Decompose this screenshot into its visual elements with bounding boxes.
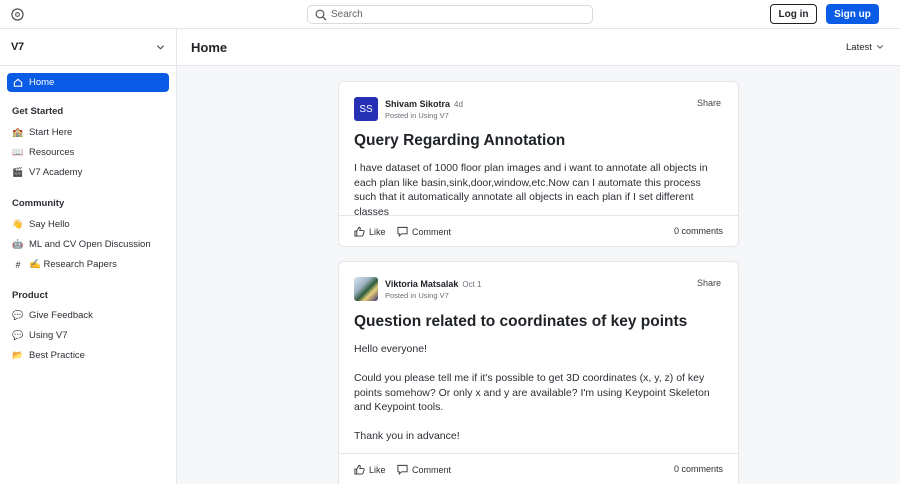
post-paragraph: I have dataset of 1000 floor plan images… (354, 162, 708, 218)
comment-button[interactable]: Comment (397, 226, 451, 237)
comment-label: Comment (412, 464, 452, 475)
chevron-down-icon[interactable] (876, 43, 884, 51)
main-header: Home Latest (177, 29, 900, 66)
sidebar-item-using-v7[interactable]: 💬 Using V7 (7, 326, 169, 345)
author-name[interactable]: Viktoria Matsalak (385, 279, 458, 289)
thumbs-up-icon (354, 226, 365, 237)
post-paragraph: Thank you in advance! (354, 430, 460, 442)
share-button[interactable]: Share (697, 278, 721, 288)
comments-count[interactable]: 0 comments (674, 464, 723, 474)
hash-icon: # (15, 259, 21, 270)
sidebar-item-home[interactable]: Home (7, 73, 169, 92)
sidebar-item-label: ML and CV Open Discussion (29, 239, 151, 250)
post-time: Oct 1 (462, 280, 482, 289)
comment-button[interactable]: Comment (397, 464, 451, 475)
sidebar-section-heading: Product (12, 290, 48, 301)
post-body: Hello everyone! Could you please tell me… (354, 342, 724, 444)
sidebar-item-ml-cv-discussion[interactable]: 🤖 ML and CV Open Discussion (7, 235, 169, 254)
post-card[interactable]: Viktoria Matsalak Oct 1 Posted in Using V… (338, 261, 739, 484)
sidebar-item-resources[interactable]: 📖 Resources (7, 143, 169, 162)
like-label: Like (369, 464, 386, 475)
avatar[interactable] (354, 277, 378, 301)
login-button[interactable]: Log in (770, 4, 817, 24)
post-author[interactable]: Shivam Sikotra 4d (385, 99, 463, 109)
robot-icon: 🤖 (12, 239, 24, 249)
post-title[interactable]: Question related to coordinates of key p… (354, 313, 687, 331)
search-input[interactable] (331, 7, 581, 22)
brand-logo: V7 (11, 41, 24, 53)
home-icon (13, 78, 23, 87)
sidebar-item-v7-academy[interactable]: 🎬 V7 Academy (7, 163, 169, 182)
wave-icon: 👋 (12, 219, 24, 229)
thumbs-up-icon (354, 464, 365, 475)
page-title: Home (191, 40, 228, 55)
post-author[interactable]: Viktoria Matsalak Oct 1 (385, 279, 482, 289)
sidebar-item-label: V7 Academy (29, 167, 83, 178)
sidebar-item-research-papers[interactable]: # ✍️ Research Papers (7, 255, 169, 274)
sidebar: V7 Home Get Started 🏫 Start Here 📖 Resou… (0, 29, 177, 484)
speech-bubble-icon: 💬 (12, 330, 24, 340)
sidebar-item-label: Give Feedback (29, 310, 93, 321)
chevron-down-icon (156, 45, 165, 50)
comment-label: Comment (412, 226, 452, 237)
search-box[interactable] (307, 5, 593, 24)
share-button[interactable]: Share (697, 98, 721, 108)
folder-icon: 📂 (12, 350, 24, 360)
sort-dropdown[interactable]: Latest (846, 42, 872, 53)
sidebar-item-start-here[interactable]: 🏫 Start Here (7, 123, 169, 142)
post-body: I have dataset of 1000 floor plan images… (354, 161, 724, 219)
comments-count[interactable]: 0 comments (674, 226, 723, 236)
comment-icon (397, 226, 408, 237)
sidebar-section-heading: Get Started (12, 106, 64, 117)
post-time: 4d (454, 100, 463, 109)
community-switcher[interactable]: V7 (0, 29, 177, 66)
book-icon: 📖 (12, 147, 24, 157)
sidebar-item-label: Using V7 (29, 330, 68, 341)
like-button[interactable]: Like (354, 464, 386, 475)
post-actions: Like Comment 0 comments (339, 215, 738, 247)
comment-icon (397, 464, 408, 475)
search-icon (315, 9, 327, 21)
clapperboard-icon: 🎬 (12, 167, 24, 177)
top-bar: Log in Sign up (0, 0, 900, 29)
signup-button[interactable]: Sign up (826, 4, 879, 24)
post-title[interactable]: Query Regarding Annotation (354, 132, 565, 150)
post-paragraph: Hello everyone! (354, 343, 427, 355)
sidebar-section-heading: Community (12, 198, 65, 209)
school-icon: 🏫 (12, 127, 24, 137)
sidebar-item-label: Best Practice (29, 350, 85, 361)
sidebar-item-say-hello[interactable]: 👋 Say Hello (7, 215, 169, 234)
sidebar-item-label: ✍️ Research Papers (29, 259, 117, 270)
post-actions: Like Comment 0 comments (339, 453, 738, 484)
author-name[interactable]: Shivam Sikotra (385, 99, 450, 109)
posted-in[interactable]: Posted in Using V7 (385, 291, 449, 300)
sidebar-item-label: Say Hello (29, 219, 70, 230)
sidebar-item-label: Start Here (29, 127, 73, 138)
like-button[interactable]: Like (354, 226, 386, 237)
post-paragraph: Could you please tell me if it's possibl… (354, 372, 710, 413)
sidebar-item-give-feedback[interactable]: 💬 Give Feedback (7, 306, 169, 325)
info-icon[interactable] (11, 8, 24, 21)
sidebar-item-best-practice[interactable]: 📂 Best Practice (7, 346, 169, 365)
like-label: Like (369, 226, 386, 237)
avatar[interactable]: SS (354, 97, 378, 121)
posted-in[interactable]: Posted in Using V7 (385, 111, 449, 120)
speech-bubble-icon: 💬 (12, 310, 24, 320)
sidebar-item-label: Home (29, 77, 55, 88)
post-card[interactable]: SS Shivam Sikotra 4d Posted in Using V7 S… (338, 81, 739, 247)
sidebar-item-label: Resources (29, 147, 75, 158)
